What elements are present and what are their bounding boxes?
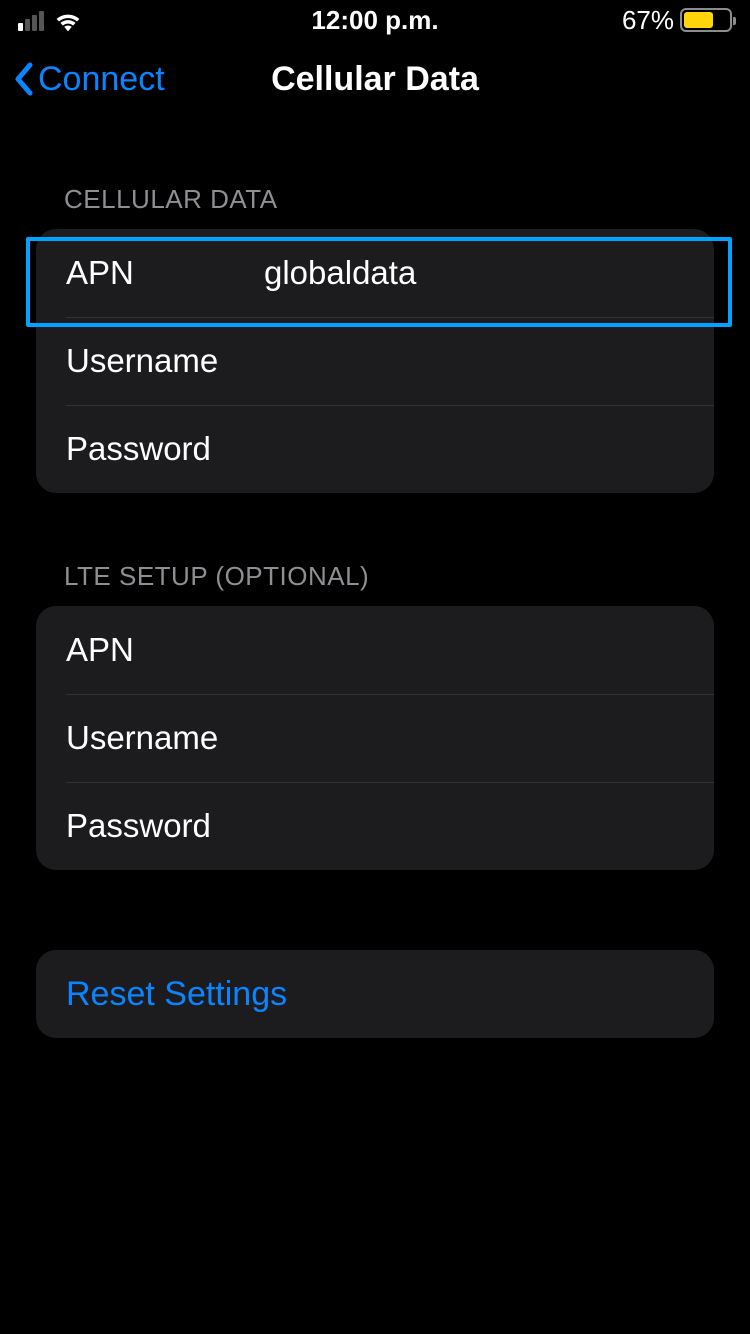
- label-cellular-password: Password: [66, 430, 264, 468]
- row-lte-password[interactable]: Password: [36, 782, 714, 870]
- row-lte-username[interactable]: Username: [36, 694, 714, 782]
- content: CELLULAR DATA APN Username Password LTE …: [0, 118, 750, 1038]
- input-cellular-password[interactable]: [264, 430, 689, 468]
- label-cellular-username: Username: [66, 342, 264, 380]
- status-time: 12:00 p.m.: [311, 5, 438, 36]
- status-left: [18, 9, 82, 31]
- input-lte-password[interactable]: [264, 807, 689, 845]
- reset-settings-label: Reset Settings: [66, 975, 287, 1014]
- group-cellular: APN Username Password: [36, 229, 714, 493]
- label-lte-apn: APN: [66, 631, 264, 669]
- back-button[interactable]: Connect: [12, 60, 165, 99]
- input-cellular-username[interactable]: [264, 342, 689, 380]
- status-bar: 12:00 p.m. 67%: [0, 0, 750, 40]
- row-cellular-password[interactable]: Password: [36, 405, 714, 493]
- wifi-icon: [54, 9, 82, 31]
- cellular-signal-icon: [18, 9, 44, 31]
- label-lte-username: Username: [66, 719, 264, 757]
- input-lte-apn[interactable]: [264, 631, 689, 669]
- group-lte: APN Username Password: [36, 606, 714, 870]
- group-reset: Reset Settings: [36, 950, 714, 1038]
- chevron-left-icon: [12, 61, 36, 97]
- label-lte-password: Password: [66, 807, 264, 845]
- row-lte-apn[interactable]: APN: [36, 606, 714, 694]
- section-header-lte: LTE SETUP (OPTIONAL): [36, 561, 714, 606]
- label-cellular-apn: APN: [66, 254, 264, 292]
- reset-settings-button[interactable]: Reset Settings: [36, 950, 714, 1038]
- row-cellular-username[interactable]: Username: [36, 317, 714, 405]
- back-label: Connect: [38, 60, 165, 99]
- battery-icon: [680, 8, 732, 32]
- nav-bar: Connect Cellular Data: [0, 40, 750, 118]
- input-cellular-apn[interactable]: [264, 254, 689, 292]
- page-title: Cellular Data: [271, 60, 479, 99]
- section-header-cellular: CELLULAR DATA: [36, 184, 714, 229]
- status-right: 67%: [622, 5, 732, 36]
- row-cellular-apn[interactable]: APN: [36, 229, 714, 317]
- input-lte-username[interactable]: [264, 719, 689, 757]
- battery-percent-label: 67%: [622, 5, 674, 36]
